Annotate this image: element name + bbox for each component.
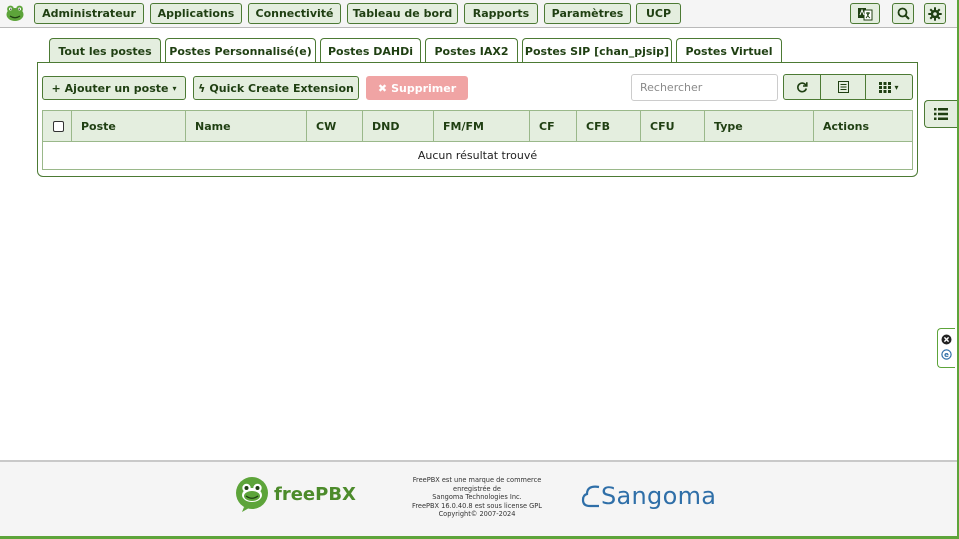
column-header-cfb[interactable]: CFB bbox=[576, 111, 640, 141]
tab-dahdi-extensions[interactable]: Postes DAHDi bbox=[320, 38, 421, 63]
nav-connectivity[interactable]: Connectivité bbox=[248, 3, 341, 24]
refresh-icon bbox=[797, 82, 808, 93]
nav-admin[interactable]: Administrateur bbox=[34, 3, 144, 24]
column-header-fmfm[interactable]: FM/FM bbox=[433, 111, 529, 141]
legal-line: FreePBX est une marque de commerce bbox=[412, 476, 542, 484]
legal-line: enregistrée de bbox=[453, 484, 501, 493]
column-header-actions: Actions bbox=[813, 111, 912, 141]
empty-table-message: Aucun résultat trouvé bbox=[42, 141, 913, 170]
table-header: Poste Name CW DND FM/FM CF CFB CFU Type … bbox=[42, 110, 913, 142]
legal-line: Copyright© 2007-2024 bbox=[438, 510, 516, 519]
column-header-cf[interactable]: CF bbox=[529, 111, 576, 141]
columns-button[interactable]: ▾ bbox=[865, 74, 913, 100]
toggle-view-button[interactable] bbox=[820, 74, 866, 100]
nav-dashboard[interactable]: Tableau de bord bbox=[347, 3, 458, 24]
list-icon bbox=[934, 108, 948, 120]
svg-text:e: e bbox=[944, 351, 949, 359]
tab-all-extensions[interactable]: Tout les postes bbox=[49, 38, 161, 63]
language-icon bbox=[858, 7, 873, 20]
legal-line: FreePBX 16.0.40.8 est sous license GPL bbox=[412, 501, 542, 510]
quick-create-label: Quick Create Extension bbox=[209, 81, 354, 95]
nav-reports[interactable]: Rapports bbox=[464, 3, 538, 24]
tab-virtual-extensions[interactable]: Postes Virtuel bbox=[676, 38, 782, 63]
add-extension-label: Ajouter un poste bbox=[64, 81, 169, 95]
tab-sip-extensions[interactable]: Postes SIP [chan_pjsip] bbox=[522, 38, 672, 63]
sangoma-logo[interactable]: Sangoma bbox=[581, 480, 716, 512]
close-circle-icon[interactable] bbox=[941, 334, 952, 345]
tab-iax2-extensions[interactable]: Postes IAX2 bbox=[425, 38, 518, 63]
freepbx-footer-logo[interactable]: freePBX bbox=[234, 475, 356, 513]
legal-line: Sangoma Technologies Inc. bbox=[432, 493, 522, 502]
select-all-checkbox[interactable] bbox=[53, 120, 64, 132]
legal-notice: FreePBX est une marque de commerce enreg… bbox=[396, 476, 558, 519]
side-widget: e bbox=[937, 328, 955, 368]
delete-button[interactable]: ✖ Supprimer bbox=[366, 76, 468, 100]
select-all-cell bbox=[43, 111, 71, 141]
columns-grid-icon bbox=[879, 81, 892, 93]
add-extension-button[interactable]: + Ajouter un poste ▾ bbox=[42, 76, 186, 100]
search-button[interactable] bbox=[892, 3, 914, 24]
top-navbar: Administrateur Applications Connectivité… bbox=[0, 0, 957, 28]
column-header-dnd[interactable]: DND bbox=[362, 111, 433, 141]
e-circle-icon[interactable]: e bbox=[941, 349, 952, 360]
search-icon bbox=[897, 7, 910, 20]
sangoma-cloud-icon bbox=[581, 485, 600, 508]
freepbx-brand-text: freePBX bbox=[274, 483, 356, 505]
nav-applications[interactable]: Applications bbox=[150, 3, 242, 24]
close-icon: ✖ bbox=[377, 81, 388, 95]
column-header-type[interactable]: Type bbox=[704, 111, 813, 141]
freepbx-logo-icon[interactable] bbox=[5, 4, 25, 22]
tab-custom-extensions[interactable]: Postes Personnalisé(e) bbox=[165, 38, 316, 63]
sidebar-toggle-button[interactable] bbox=[924, 100, 957, 128]
column-header-cfu[interactable]: CFU bbox=[640, 111, 704, 141]
bolt-icon: ϟ bbox=[198, 81, 206, 95]
column-header-poste[interactable]: Poste bbox=[71, 111, 185, 141]
nav-ucp[interactable]: UCP bbox=[636, 3, 681, 24]
language-button[interactable] bbox=[850, 3, 880, 24]
list-view-icon bbox=[837, 81, 849, 93]
plus-icon: + bbox=[51, 81, 61, 95]
column-header-name[interactable]: Name bbox=[185, 111, 306, 141]
column-header-cw[interactable]: CW bbox=[306, 111, 362, 141]
gear-icon bbox=[928, 6, 942, 21]
caret-down-icon: ▾ bbox=[172, 83, 177, 93]
freepbx-frog-icon bbox=[236, 477, 268, 512]
delete-label: Supprimer bbox=[391, 81, 457, 95]
sangoma-brand-text: Sangoma bbox=[601, 482, 717, 510]
refresh-button[interactable] bbox=[783, 74, 821, 100]
settings-button[interactable] bbox=[924, 3, 946, 24]
nav-settings[interactable]: Paramètres bbox=[544, 3, 631, 24]
quick-create-button[interactable]: ϟ Quick Create Extension bbox=[193, 76, 359, 100]
caret-down-icon: ▾ bbox=[894, 82, 899, 92]
search-input[interactable] bbox=[631, 74, 778, 101]
